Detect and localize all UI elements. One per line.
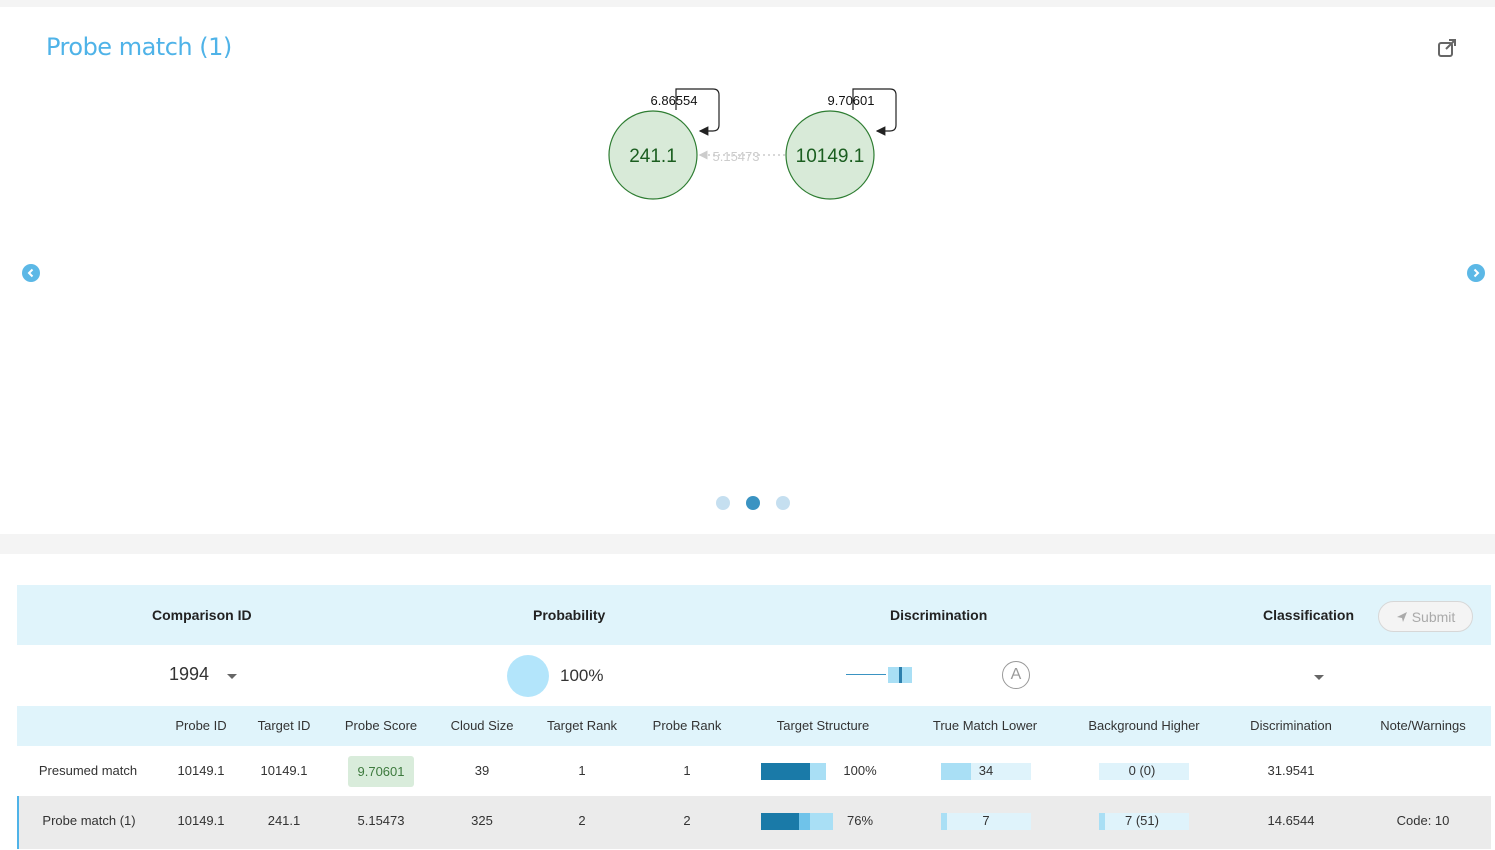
col-target-rank: Target Rank (546, 718, 618, 733)
header-discrimination: Discrimination (890, 607, 988, 623)
target-structure-value: 76% (846, 813, 874, 828)
col-target-id: Target ID (257, 718, 311, 733)
separator (0, 534, 1495, 554)
col-true-match-lower: True Match Lower (932, 718, 1038, 733)
target-structure-bar (761, 813, 833, 830)
row-label: Presumed match (38, 763, 138, 778)
top-strip (0, 0, 1495, 7)
true-match-lower-value: 7 (982, 813, 990, 828)
col-probe-rank: Probe Rank (652, 718, 722, 733)
probe-rank-cell: 1 (683, 763, 691, 778)
comparison-id-value: 1994 (169, 664, 210, 684)
node-label-left: 241.1 (629, 146, 677, 167)
col-target-structure: Target Structure (776, 718, 870, 733)
target-id-cell: 10149.1 (260, 763, 308, 778)
col-note-warnings: Note/Warnings (1380, 718, 1466, 733)
table-row-presumed-match[interactable]: Presumed match 10149.1 10149.1 9.70601 3… (17, 746, 1491, 797)
true-match-lower-value: 34 (978, 763, 994, 778)
table-row-probe-match[interactable]: Probe match (1) 10149.1 241.1 5.15473 32… (17, 796, 1491, 849)
probe-rank-cell: 2 (683, 813, 691, 828)
probability-circle (507, 655, 549, 697)
cloud-size-cell: 39 (474, 763, 490, 778)
target-structure-value: 100% (843, 763, 877, 778)
slide-dot-2[interactable] (746, 496, 760, 510)
slide-dot-1[interactable] (716, 496, 730, 510)
network-graph: 5.15473 6.86554 9.70601 241.1 10149.1 (608, 88, 897, 200)
background-higher-value: 7 (51) (1125, 813, 1159, 828)
detail-header: Probe ID Target ID Probe Score Cloud Siz… (17, 706, 1491, 746)
row-label: Probe match (1) (42, 813, 136, 828)
discrimination-cell: 31.9541 (1267, 763, 1315, 778)
header-classification: Classification (1263, 607, 1355, 623)
probe-id-cell: 10149.1 (177, 813, 225, 828)
chevron-right-icon[interactable] (1467, 264, 1485, 282)
col-probe-id: Probe ID (175, 718, 227, 733)
submit-label: Submit (1411, 608, 1456, 625)
summary-row: 1994 100% A (17, 645, 1491, 706)
note-cell: Code: 10 (1396, 813, 1450, 828)
discrimination-line (846, 674, 886, 675)
background-higher-value: 0 (0) (1128, 763, 1156, 778)
probe-id-cell: 10149.1 (177, 763, 225, 778)
submit-button[interactable]: Submit (1378, 601, 1473, 632)
probe-score-badge: 9.70601 (348, 756, 414, 787)
target-id-cell: 241.1 (267, 813, 301, 828)
col-cloud-size: Cloud Size (450, 718, 514, 733)
target-structure-bar (761, 763, 826, 780)
comparison-id-select[interactable]: 1994 (169, 664, 249, 688)
target-rank-cell: 1 (578, 763, 586, 778)
send-icon (1396, 611, 1407, 622)
slide-indicator (716, 496, 790, 510)
slide-dot-3[interactable] (776, 496, 790, 510)
probe-score-cell: 5.15473 (357, 813, 405, 828)
cloud-size-cell: 325 (471, 813, 493, 828)
classification-dropdown[interactable] (1314, 675, 1324, 680)
self-loop-label-left: 6.86554 (651, 93, 698, 108)
results-panel: Comparison ID Probability Discrimination… (0, 554, 1495, 850)
chevron-down-icon (227, 674, 237, 679)
discrimination-cell: 14.6544 (1267, 813, 1315, 828)
col-discrimination: Discrimination (1250, 718, 1332, 733)
summary-header: Comparison ID Probability Discrimination… (17, 585, 1491, 645)
col-probe-score: Probe Score (344, 718, 418, 733)
target-rank-cell: 2 (578, 813, 586, 828)
header-probability: Probability (533, 607, 606, 623)
graph-panel: Probe match (1) 5.15473 6.86554 9.70601 … (0, 7, 1495, 534)
self-loop-label-right: 9.70601 (828, 93, 875, 108)
node-label-right: 10149.1 (796, 146, 865, 167)
grade-badge: A (1002, 661, 1030, 689)
discrimination-marker (899, 667, 902, 683)
col-background-higher: Background Higher (1088, 718, 1200, 733)
probability-value: 100% (560, 666, 604, 685)
header-comparison-id: Comparison ID (152, 607, 252, 623)
edge-label: 5.15473 (713, 149, 760, 164)
chevron-left-icon[interactable] (22, 264, 40, 282)
